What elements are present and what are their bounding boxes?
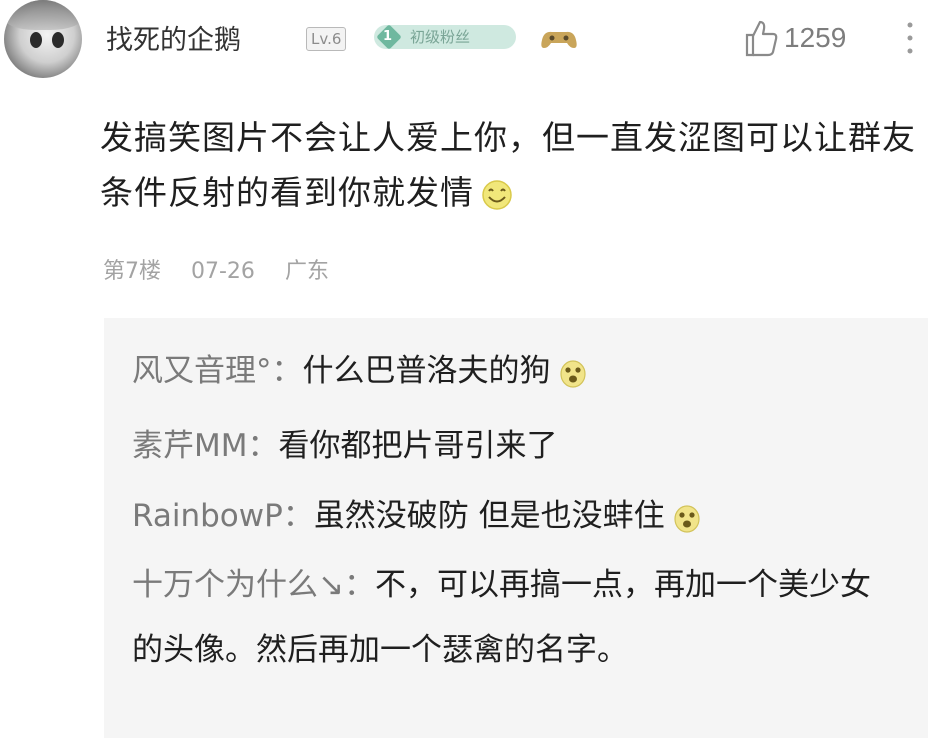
reply-author[interactable]: 十万个为什么↘： — [132, 567, 375, 603]
reply-text: 虽然没破防 但是也没蚌住 — [313, 498, 665, 534]
reply-text: 看你都把片哥引来了 — [278, 428, 558, 464]
username[interactable]: 找死的企鹅 — [106, 18, 241, 57]
like-count: 1259 — [784, 22, 847, 53]
avatar-hair — [4, 0, 82, 30]
smile-emoji-icon — [482, 179, 512, 210]
reply-author[interactable]: RainbowP： — [132, 498, 314, 534]
level-badge: Lv.6 — [306, 27, 347, 51]
comment-meta: 第7楼 07-26 广东 — [103, 253, 359, 285]
thumb-up-icon — [745, 20, 778, 57]
fan-badge-label: 初级粉丝 — [410, 28, 471, 46]
avatar-eye-left — [30, 32, 42, 48]
avatar-eye-right — [52, 32, 64, 48]
reply-item[interactable]: 十万个为什么↘：不，可以再搞一点，再加一个美少女的头像。然后再加一个瑟禽的名字。 — [132, 553, 892, 683]
reply-item[interactable]: 素芹MM：看你都把片哥引来了 — [132, 420, 558, 465]
reply-item[interactable]: 风又音理°：什么巴普洛夫的狗 — [132, 345, 587, 390]
more-vert-icon[interactable] — [906, 20, 914, 56]
like-button[interactable]: 1259 — [744, 18, 846, 58]
reply-author[interactable]: 素芹MM： — [132, 428, 279, 464]
shock-emoji-icon — [674, 504, 700, 533]
reply-author[interactable]: 风又音理°： — [132, 353, 303, 389]
reply-item[interactable]: RainbowP：虽然没破防 但是也没蚌住 — [132, 490, 701, 535]
avatar[interactable] — [4, 0, 82, 78]
comment-text: 发搞笑图片不会让人爱上你，但一直发涩图可以让群友条件反射的看到你就发情 — [100, 110, 920, 220]
fan-badge: 1 初级粉丝 — [374, 24, 516, 50]
comment-location: 广东 — [284, 259, 329, 284]
fan-badge-num: 1 — [383, 29, 393, 44]
gamepad-icon — [541, 31, 577, 48]
floor-number: 第7楼 — [103, 259, 161, 284]
comment-date: 07-26 — [191, 259, 255, 284]
shock-emoji-icon — [559, 359, 586, 388]
reply-text: 什么巴普洛夫的狗 — [302, 353, 551, 389]
